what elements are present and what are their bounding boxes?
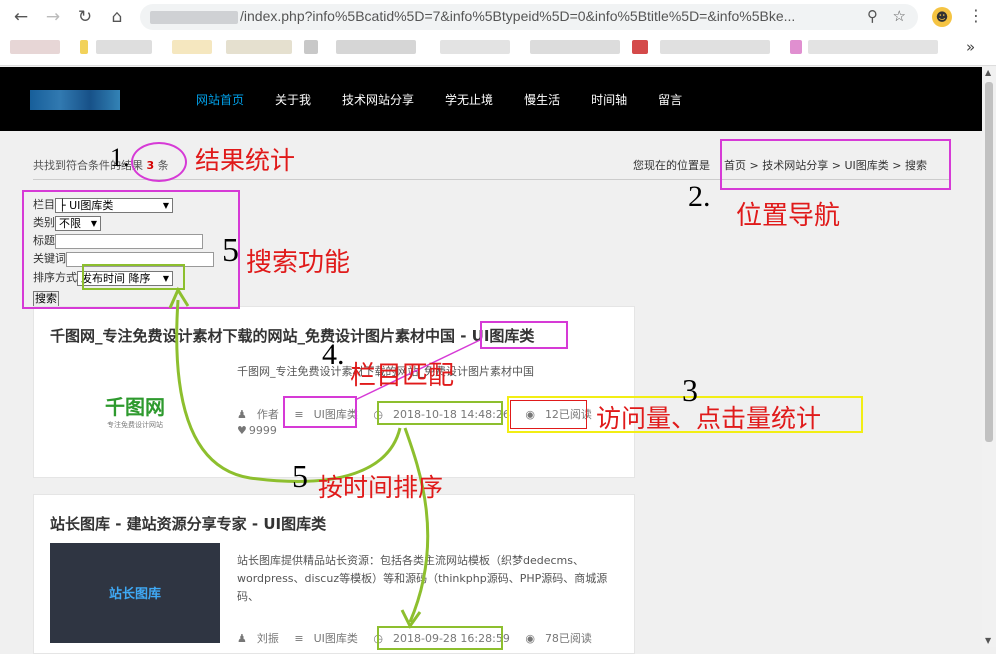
scroll-down-icon[interactable]: ▼ <box>985 636 991 645</box>
bookmark-item[interactable] <box>304 40 318 54</box>
url-host-blurred <box>150 11 238 24</box>
nav-item-guestbook[interactable]: 留言 <box>658 91 682 108</box>
annotation-number-4: 4. <box>322 338 345 371</box>
annotation-label-visit-stats: 访问量、点击量统计 <box>596 406 822 433</box>
category-icon: ≡ <box>294 632 304 645</box>
annotation-box-search <box>22 190 240 309</box>
bookmark-item[interactable] <box>530 40 620 54</box>
reload-icon[interactable]: ↻ <box>74 6 96 28</box>
article-author[interactable]: 刘振 <box>257 632 279 645</box>
nav-item-slow-life[interactable]: 慢生活 <box>524 91 560 108</box>
bookmark-item[interactable] <box>172 40 212 54</box>
annotation-ellipse-count <box>131 142 187 182</box>
article-like-count: 9999 <box>248 424 277 437</box>
bookmark-item[interactable] <box>336 40 416 54</box>
profile-avatar-icon[interactable]: ☻ <box>932 7 952 27</box>
annotation-box-sort <box>82 264 185 290</box>
bookmark-item[interactable] <box>632 40 648 54</box>
nav-item-timeline[interactable]: 时间轴 <box>591 91 627 108</box>
address-bar[interactable]: /index.php?info%5Bcatid%5D=7&info%5Btype… <box>140 4 918 30</box>
eye-icon: ◉ <box>525 632 535 645</box>
url-text: /index.php?info%5Bcatid%5D=7&info%5Btype… <box>240 8 796 24</box>
annotation-label-location-nav: 位置导航 <box>736 201 841 230</box>
bookmark-item[interactable] <box>80 40 88 54</box>
main-nav: 网站首页 关于我 技术网站分享 学无止境 慢生活 时间轴 留言 <box>196 91 713 108</box>
annotation-box-breadcrumb <box>720 139 951 190</box>
annotation-box-category-title <box>480 321 568 349</box>
heart-icon: ♥ <box>237 424 247 437</box>
annotation-box-category-meta <box>283 396 357 428</box>
annotation-label-result-stats: 结果统计 <box>195 148 296 175</box>
home-icon[interactable]: ⌂ <box>106 6 128 28</box>
site-header: 网站首页 关于我 技术网站分享 学无止境 慢生活 时间轴 留言 <box>0 67 982 131</box>
back-icon[interactable]: ← <box>10 6 32 28</box>
bookmarks-overflow-icon[interactable]: » <box>966 38 975 56</box>
nav-item-about[interactable]: 关于我 <box>275 91 311 108</box>
bookmark-item[interactable] <box>440 40 510 54</box>
annotation-box-date-2 <box>377 626 503 650</box>
bookmark-item[interactable] <box>226 40 292 54</box>
breadcrumb-label: 您现在的位置是 <box>633 159 710 172</box>
zoom-icon[interactable]: ⚲ <box>867 7 878 25</box>
scrollbar-thumb[interactable] <box>985 82 993 442</box>
article-likes: ♥ 9999 <box>237 424 287 437</box>
qiantu-logo: 千图网 <box>105 395 165 419</box>
bookmark-item[interactable] <box>10 40 60 54</box>
article-title[interactable]: 千图网_专注免费设计素材下载的网站_免费设计图片素材中国 - UI图库类 <box>50 325 534 346</box>
annotation-number-5b: 5 <box>292 458 308 494</box>
annotation-label-search-feature: 搜索功能 <box>246 248 351 277</box>
article-thumbnail[interactable]: 千图网 专注免费设计网站 <box>50 363 220 455</box>
article-description: 站长图库提供精品站长资源：包括各类主流网站模板（织梦dedecms、wordpr… <box>237 554 608 603</box>
bookmark-item[interactable] <box>808 40 938 54</box>
bookmark-item[interactable] <box>660 40 770 54</box>
nav-item-tech-share[interactable]: 技术网站分享 <box>342 91 414 108</box>
browser-menu-icon[interactable]: ⋮ <box>968 6 984 25</box>
scroll-up-icon[interactable]: ▲ <box>985 68 991 77</box>
nav-item-home[interactable]: 网站首页 <box>196 91 244 108</box>
annotation-number-2: 2. <box>688 180 711 213</box>
bookmark-star-icon[interactable]: ☆ <box>893 7 906 25</box>
article-views: 78已阅读 <box>544 632 592 645</box>
annotation-number-5a: 5 <box>222 232 239 269</box>
annotation-box-date-1 <box>377 401 503 425</box>
article-author[interactable]: 作者 <box>257 408 279 421</box>
annotation-label-category-match: 栏目匹配 <box>350 361 455 390</box>
bookmark-item[interactable] <box>96 40 152 54</box>
site-logo[interactable] <box>30 90 120 110</box>
author-icon: ♟ <box>237 632 247 645</box>
article-title[interactable]: 站长图库 - 建站资源分享专家 - UI图库类 <box>50 513 326 534</box>
forward-icon[interactable]: → <box>42 6 64 28</box>
annotation-box-views-inner <box>510 400 587 429</box>
author-icon: ♟ <box>237 408 247 421</box>
nav-item-learning[interactable]: 学无止境 <box>445 91 493 108</box>
annotation-number-1: 1. <box>110 143 130 172</box>
article-category[interactable]: UI图库类 <box>314 632 358 645</box>
zhanzhang-logo: 站长图库 <box>108 587 161 602</box>
qiantu-logo-tagline: 专注免费设计网站 <box>107 421 163 429</box>
annotation-label-time-sort: 按时间排序 <box>318 475 444 502</box>
article-thumbnail[interactable]: 站长图库 <box>50 543 220 643</box>
article-card: 站长图库 - 建站资源分享专家 - UI图库类 站长图库 站长图库提供精品站长资… <box>33 494 635 654</box>
browser-chrome: ← → ↻ ⌂ /index.php?info%5Bcatid%5D=7&inf… <box>0 0 996 66</box>
bookmark-item[interactable] <box>790 40 802 54</box>
